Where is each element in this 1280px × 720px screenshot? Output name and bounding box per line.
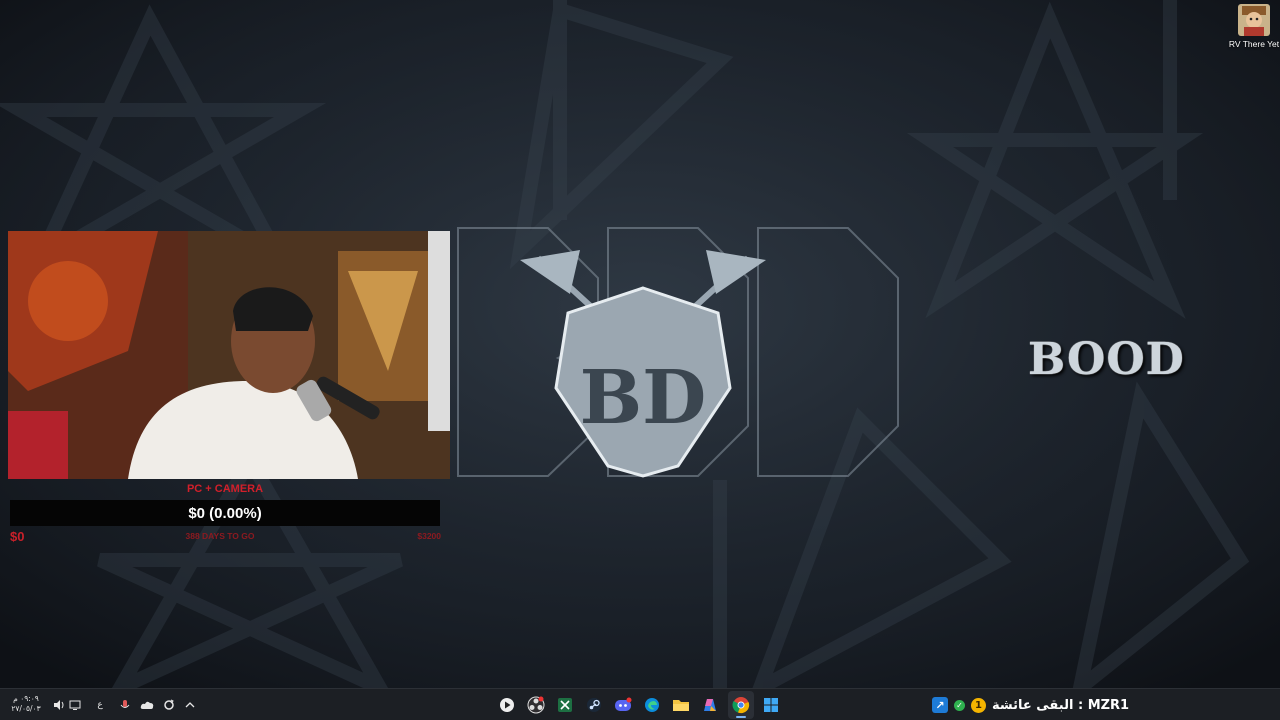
edge-icon[interactable]: [641, 689, 663, 720]
brand-text: BOOD: [1028, 334, 1185, 385]
media-player-icon[interactable]: [496, 689, 518, 720]
network-icon[interactable]: [66, 689, 84, 720]
excel-icon[interactable]: [554, 689, 576, 720]
chrome-active-indicator: [736, 716, 746, 718]
donation-goal-target: $3200: [417, 531, 441, 541]
chevron-up-icon[interactable]: [182, 689, 198, 720]
desktop-shortcut-rv-there-yet[interactable]: RV There Yet: [1228, 4, 1280, 52]
webcam-feed: [8, 231, 450, 479]
obs-icon[interactable]: [525, 689, 547, 720]
discord-icon[interactable]: [612, 689, 634, 720]
app-shortcut-icon: ↗: [932, 697, 948, 713]
donation-goal-title: PC + CAMERA: [186, 483, 264, 495]
clock-date: ٢٧/٠٥/٠٣: [11, 704, 41, 713]
onedrive-icon[interactable]: [138, 689, 156, 720]
chrome-icon[interactable]: [728, 691, 754, 719]
system-clock[interactable]: ٠٩:٠٩ م ٢٧/٠٥/٠٣: [8, 694, 44, 714]
copilot-icon[interactable]: [699, 689, 721, 720]
steam-icon[interactable]: [583, 689, 605, 720]
donation-goal-start: $0: [10, 529, 25, 544]
donation-goal-bar: $0 (0.00%): [10, 500, 440, 526]
donation-goal-amount: $0 (0.00%): [188, 504, 262, 522]
microphone-icon[interactable]: [116, 689, 134, 720]
desktop-shortcut-label: RV There Yet: [1228, 39, 1280, 49]
input-language-indicator[interactable]: ع: [92, 689, 108, 720]
channel-logo: BD: [448, 218, 900, 478]
taskbar: ٠٩:٠٩ م ٢٧/٠٥/٠٣ ع ↗ ✓ 1 البقى عائشة: M…: [0, 688, 1280, 720]
file-explorer-icon[interactable]: [670, 689, 692, 720]
clock-time: ٠٩:٠٩ م: [13, 694, 39, 703]
windows-start-icon[interactable]: [760, 689, 782, 720]
donation-goal-days-remaining: 388 DAYS TO GO: [185, 531, 255, 541]
widget-text: البقى عائشة : MZR1: [992, 697, 1130, 713]
check-icon: ✓: [954, 699, 965, 711]
sync-icon[interactable]: [160, 689, 178, 720]
logo-monogram: BD: [580, 355, 707, 441]
taskbar-widget[interactable]: ↗ ✓ 1 البقى عائشة : MZR1: [932, 689, 1129, 720]
coin-icon: 1: [971, 697, 986, 713]
game-avatar-icon: [1238, 4, 1270, 36]
